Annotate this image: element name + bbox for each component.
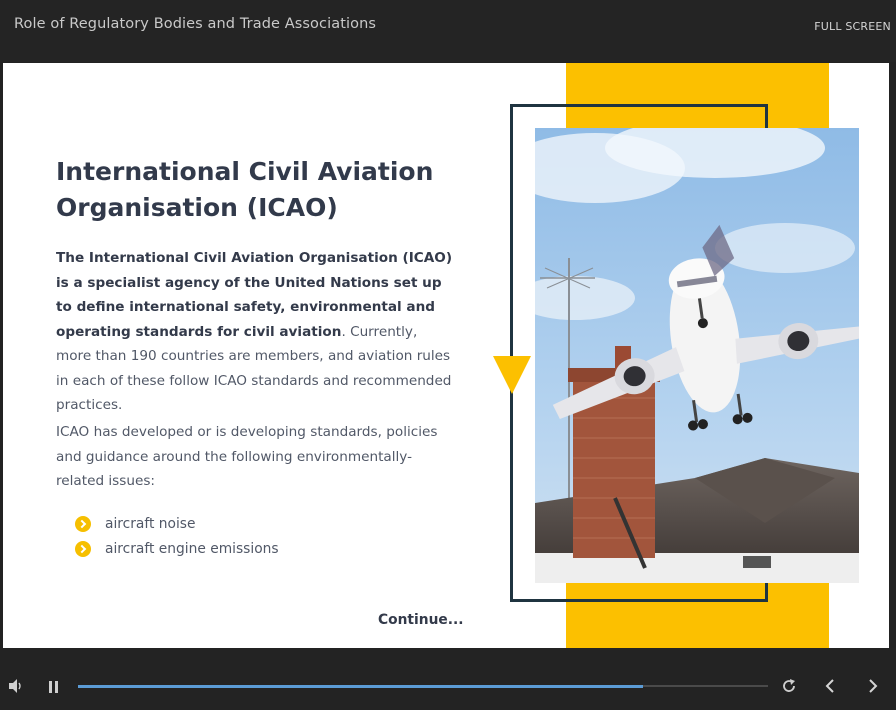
list-item: aircraft engine emissions (75, 536, 279, 561)
pause-icon[interactable] (48, 679, 60, 698)
slide-canvas: International Civil Aviation Organisatio… (3, 63, 889, 648)
chevron-circle-icon (75, 540, 91, 557)
intro-paragraph: The International Civil Aviation Organis… (56, 246, 454, 418)
progress-bar[interactable] (78, 684, 768, 688)
list-item: aircraft noise (75, 511, 279, 536)
chevron-left-icon[interactable] (823, 678, 837, 698)
top-bar: Role of Regulatory Bodies and Trade Asso… (0, 0, 896, 62)
progress-fill (78, 684, 644, 688)
airplane-photo (535, 128, 859, 583)
chevron-right-icon[interactable] (866, 678, 880, 698)
volume-icon[interactable] (8, 678, 24, 698)
chevron-circle-icon (75, 515, 91, 532)
slide-title: International Civil Aviation Organisatio… (56, 157, 434, 222)
continue-link[interactable]: Continue... (378, 612, 463, 628)
fullscreen-button[interactable]: FULL SCREEN (814, 20, 891, 33)
issues-list: aircraft noise aircraft engine emissions (75, 511, 279, 561)
yellow-triangle-marker (493, 356, 531, 394)
issues-paragraph: ICAO has developed or is developing stan… (56, 424, 438, 489)
list-item-label: aircraft engine emissions (105, 540, 279, 557)
list-item-label: aircraft noise (105, 515, 196, 532)
player-controls (0, 648, 896, 710)
replay-icon[interactable] (781, 678, 797, 698)
course-title: Role of Regulatory Bodies and Trade Asso… (14, 16, 377, 32)
